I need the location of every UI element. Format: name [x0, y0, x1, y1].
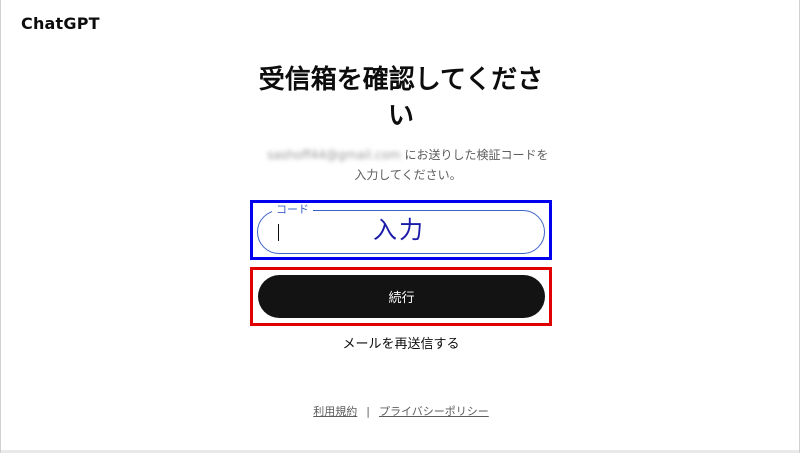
- terms-link[interactable]: 利用規約: [313, 405, 357, 418]
- masked-email: sashoff44@gmail.com: [267, 148, 401, 162]
- page-title: 受信箱を確認してください: [258, 65, 544, 131]
- resend-email-link[interactable]: メールを再送信する: [301, 336, 501, 354]
- input-highlight-box: [250, 200, 552, 260]
- privacy-link[interactable]: プライバシーポリシー: [379, 405, 489, 418]
- button-highlight-box: [250, 267, 552, 326]
- footer-separator: |: [366, 405, 370, 418]
- brand-logo-text: ChatGPT: [21, 14, 100, 33]
- footer-links: 利用規約 | プライバシーポリシー: [251, 404, 551, 420]
- instruction-text: sashoff44@gmail.com にお送りした検証コードを入力してください。: [263, 145, 553, 185]
- verification-page: ChatGPT 受信箱を確認してください sashoff44@gmail.com…: [0, 0, 800, 453]
